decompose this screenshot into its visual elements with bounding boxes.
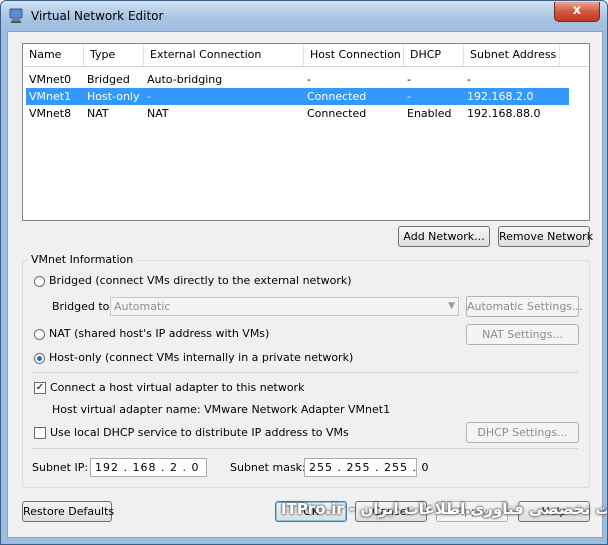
cell-host-connection: - [307, 73, 311, 86]
cell-name: VMnet0 [29, 73, 72, 86]
cell-type: Host-only [87, 90, 140, 103]
cell-dhcp: - [407, 90, 411, 103]
close-icon: x [572, 3, 582, 18]
subnet-ip-label: Subnet IP: [32, 461, 89, 474]
cell-host-connection: Connected [307, 90, 367, 103]
cell-subnet-address: - [467, 73, 471, 86]
subnet-ip-field[interactable]: 192 . 168 . 2 . 0 [90, 458, 207, 477]
nat-settings-button[interactable]: NAT Settings... [466, 324, 579, 345]
table-row[interactable]: VMnet8 NAT NAT Connected Enabled 192.168… [26, 105, 569, 122]
vmware-app-icon [9, 8, 23, 23]
dialog-client-area: Name Type External Connection Host Conne… [7, 31, 603, 538]
nat-label[interactable]: NAT (shared host's IP address with VMs) [49, 327, 269, 340]
bridged-radio[interactable] [34, 276, 45, 287]
title-bar[interactable]: Virtual Network Editor x [1, 1, 607, 31]
host-only-label[interactable]: Host-only (connect VMs internally in a p… [49, 351, 353, 364]
cell-type: NAT [87, 107, 109, 120]
cell-subnet-address: 192.168.88.0 [467, 107, 541, 120]
separator [32, 448, 578, 449]
dhcp-label[interactable]: Use local DHCP service to distribute IP … [50, 426, 349, 439]
dhcp-checkbox[interactable] [34, 427, 46, 439]
connect-adapter-label[interactable]: Connect a host virtual adapter to this n… [50, 381, 304, 394]
column-header-external-connection[interactable]: External Connection [144, 44, 304, 66]
bridged-to-value: Automatic [114, 300, 171, 313]
cell-external-connection: - [147, 90, 151, 103]
bridged-label[interactable]: Bridged (connect VMs directly to the ext… [49, 274, 352, 287]
vmnet-information-label: VMnet Information [28, 253, 137, 266]
cell-dhcp: Enabled [407, 107, 452, 120]
cell-type: Bridged [87, 73, 130, 86]
column-header-host-connection[interactable]: Host Connection [304, 44, 404, 66]
connect-adapter-checkbox[interactable]: ✓ [34, 382, 46, 394]
column-header-name[interactable]: Name [23, 44, 84, 66]
bridged-to-label: Bridged to: [52, 300, 114, 313]
column-header-dhcp[interactable]: DHCP [404, 44, 464, 66]
watermark-text: ITPro.ir - وب سایت تخصصی فناوری اطلاعات … [281, 500, 607, 518]
network-list[interactable]: Name Type External Connection Host Conne… [22, 43, 590, 221]
window-title: Virtual Network Editor [31, 9, 164, 23]
separator [32, 372, 578, 373]
cell-external-connection: NAT [147, 107, 169, 120]
cell-name: VMnet1 [29, 90, 72, 103]
close-button[interactable]: x [554, 2, 600, 22]
cell-external-connection: Auto-bridging [147, 73, 223, 86]
table-row[interactable]: VMnet0 Bridged Auto-bridging - - - [26, 71, 569, 88]
cell-host-connection: Connected [307, 107, 367, 120]
nat-radio[interactable] [34, 329, 45, 340]
add-network-button[interactable]: Add Network... [398, 226, 490, 247]
subnet-mask-field[interactable]: 255 . 255 . 255 . 0 [304, 458, 428, 477]
column-header-type[interactable]: Type [84, 44, 144, 66]
cell-dhcp: - [407, 73, 411, 86]
subnet-mask-label: Subnet mask: [230, 461, 306, 474]
dhcp-settings-button[interactable]: DHCP Settings... [466, 422, 579, 443]
virtual-network-editor-window: Virtual Network Editor x Name Type Exter… [0, 0, 608, 545]
remove-network-button[interactable]: Remove Network [498, 226, 593, 247]
network-list-header: Name Type External Connection Host Conne… [23, 44, 589, 67]
cell-name: VMnet8 [29, 107, 72, 120]
restore-defaults-button[interactable]: Restore Defaults [22, 501, 114, 522]
cell-subnet-address: 192.168.2.0 [467, 90, 534, 103]
host-only-radio[interactable] [34, 353, 45, 364]
column-header-subnet-address[interactable]: Subnet Address [464, 44, 560, 66]
table-row-selected[interactable]: VMnet1 Host-only - Connected - 192.168.2… [26, 88, 569, 105]
bridged-to-combobox[interactable]: Automatic ▼ [110, 297, 459, 316]
adapter-name-text: Host virtual adapter name: VMware Networ… [52, 403, 391, 416]
vmnet-information-group [22, 260, 590, 488]
chevron-down-icon: ▼ [448, 301, 455, 311]
automatic-settings-button[interactable]: Automatic Settings... [466, 296, 583, 317]
